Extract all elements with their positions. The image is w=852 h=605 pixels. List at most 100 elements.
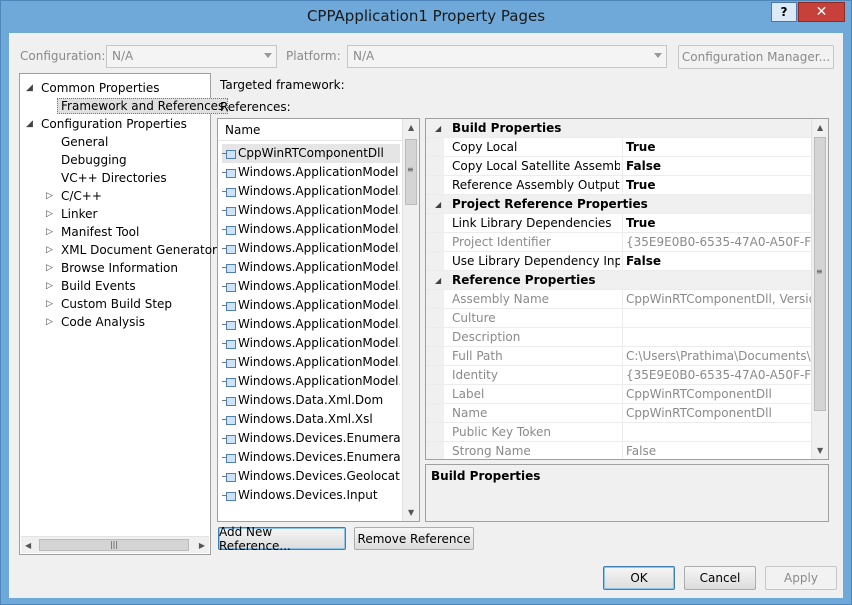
property-row[interactable]: Link Library Dependencies True bbox=[426, 214, 812, 233]
ok-button[interactable]: OK bbox=[603, 566, 675, 590]
expand-icon[interactable]: ▷ bbox=[46, 241, 56, 259]
tree-item-linker[interactable]: ▷ Linker bbox=[46, 205, 97, 223]
tree-item-label: Code Analysis bbox=[61, 315, 145, 329]
configuration-combo[interactable]: N/A bbox=[106, 45, 277, 68]
column-header-name[interactable]: Name bbox=[218, 119, 402, 141]
tree-item-c-cpp[interactable]: ▷ C/C++ bbox=[46, 187, 102, 205]
tree-item-common-properties[interactable]: ◢ Common Properties bbox=[26, 79, 160, 97]
configuration-value: N/A bbox=[112, 49, 134, 63]
expand-icon[interactable]: ▷ bbox=[46, 187, 56, 205]
reference-item[interactable]: Windows.ApplicationModel.Activation bbox=[222, 182, 400, 201]
configuration-label: Configuration: bbox=[20, 49, 106, 63]
reference-item[interactable]: Windows.ApplicationModel.DataTransfer bbox=[222, 277, 400, 296]
tree-item-vc-directories[interactable]: VC++ Directories bbox=[61, 169, 167, 187]
reference-icon bbox=[222, 377, 236, 387]
reference-item[interactable]: Windows.ApplicationModel.Store bbox=[222, 372, 400, 391]
property-row[interactable]: Strong Name False bbox=[426, 442, 812, 459]
tree-item-manifest-tool[interactable]: ▷ Manifest Tool bbox=[46, 223, 139, 241]
tree-item-framework-references[interactable]: Framework and References bbox=[57, 97, 229, 115]
property-row[interactable]: Use Library Dependency InputsFalse bbox=[426, 252, 812, 271]
window-title: CPPApplication1 Property Pages bbox=[306, 7, 546, 25]
scroll-up-icon[interactable]: ▲ bbox=[408, 123, 414, 132]
reference-item[interactable]: Windows.ApplicationModel.DataTransfer.Sh… bbox=[222, 296, 400, 315]
reference-item[interactable]: Windows.Data.Xml.Xsl bbox=[222, 410, 400, 429]
category-build-properties[interactable]: ◢ Build Properties bbox=[426, 119, 812, 138]
tree-item-configuration-properties[interactable]: ◢ Configuration Properties bbox=[26, 115, 187, 133]
property-row[interactable]: Reference Assembly Output True bbox=[426, 176, 812, 195]
help-button[interactable]: ? bbox=[771, 2, 797, 22]
reference-item[interactable]: Windows.Data.Xml.Dom bbox=[222, 391, 400, 410]
scrollbar-grip-icon: ≡ bbox=[816, 267, 823, 276]
property-row[interactable]: Identity{35E9E0B0-6535-47A0-A50F-F3FFDB0 bbox=[426, 366, 812, 385]
reference-item[interactable]: Windows.ApplicationModel bbox=[222, 163, 400, 182]
reference-item[interactable]: Windows.ApplicationModel.Contacts bbox=[222, 220, 400, 239]
property-row[interactable]: Copy Local True bbox=[426, 138, 812, 157]
expand-icon[interactable]: ▷ bbox=[46, 313, 56, 331]
category-reference-properties[interactable]: ◢ Reference Properties bbox=[426, 271, 812, 290]
expand-icon[interactable]: ▷ bbox=[46, 277, 56, 295]
scroll-down-icon[interactable]: ▼ bbox=[817, 446, 823, 455]
configuration-manager-button[interactable]: Configuration Manager... bbox=[678, 45, 834, 69]
reference-icon bbox=[222, 396, 236, 406]
reference-item[interactable]: Windows.Devices.Enumeration bbox=[222, 429, 400, 448]
tree-item-build-events[interactable]: ▷ Build Events bbox=[46, 277, 136, 295]
reference-icon bbox=[222, 263, 236, 273]
title-bar[interactable]: CPPApplication1 Property Pages ? ✕ bbox=[1, 1, 851, 33]
scroll-down-icon[interactable]: ▼ bbox=[408, 508, 414, 517]
expand-icon[interactable]: ▷ bbox=[46, 259, 56, 277]
property-grid-vertical-scrollbar[interactable]: ▲ ≡ ▼ bbox=[811, 119, 828, 459]
reference-item[interactable]: Windows.ApplicationModel.Resources bbox=[222, 315, 400, 334]
scrollbar-thumb[interactable]: ||| bbox=[39, 539, 189, 551]
tree-item-browse-information[interactable]: ▷ Browse Information bbox=[46, 259, 178, 277]
references-vertical-scrollbar[interactable]: ▲ ≡ ▼ bbox=[402, 119, 419, 521]
property-row[interactable]: Public Key Token bbox=[426, 423, 812, 442]
apply-button[interactable]: Apply bbox=[765, 566, 837, 590]
cancel-button[interactable]: Cancel bbox=[684, 566, 756, 590]
collapse-icon[interactable]: ◢ bbox=[26, 79, 36, 97]
reference-item[interactable]: Windows.ApplicationModel.Contacts.Provid… bbox=[222, 239, 400, 258]
property-row[interactable]: Culture bbox=[426, 309, 812, 328]
collapse-icon[interactable]: ◢ bbox=[435, 119, 441, 138]
collapse-icon[interactable]: ◢ bbox=[26, 115, 36, 133]
scroll-up-icon[interactable]: ▲ bbox=[817, 123, 823, 132]
tree-item-xml-document-generator[interactable]: ▷ XML Document Generator bbox=[46, 241, 217, 259]
reference-item[interactable]: Windows.ApplicationModel.Core bbox=[222, 258, 400, 277]
scrollbar-grip-icon: ≡ bbox=[407, 165, 414, 174]
scroll-right-icon[interactable]: ▶ bbox=[199, 541, 205, 550]
platform-combo[interactable]: N/A bbox=[347, 45, 667, 68]
close-button[interactable]: ✕ bbox=[798, 2, 845, 22]
tree-item-code-analysis[interactable]: ▷ Code Analysis bbox=[46, 313, 145, 331]
property-row[interactable]: Assembly Name CppWinRTComponentDll, Versi… bbox=[426, 290, 812, 309]
reference-item[interactable]: CppWinRTComponentDll bbox=[222, 144, 400, 163]
add-new-reference-button[interactable]: Add New Reference... bbox=[218, 525, 346, 553]
reference-item[interactable]: Windows.ApplicationModel.Background bbox=[222, 201, 400, 220]
reference-item[interactable]: Windows.Devices.Input bbox=[222, 486, 400, 505]
tree-item-general[interactable]: General bbox=[61, 133, 108, 151]
property-row[interactable]: Full PathC:\Users\Prathima\Documents\Vis… bbox=[426, 347, 812, 366]
property-row[interactable]: Name CppWinRTComponentDll bbox=[426, 404, 812, 423]
tree-item-label: Linker bbox=[61, 207, 98, 221]
targeted-framework-label: Targeted framework: bbox=[220, 78, 345, 92]
property-row[interactable]: Copy Local Satellite AssembliesFalse bbox=[426, 157, 812, 176]
tree-item-custom-build-step[interactable]: ▷ Custom Build Step bbox=[46, 295, 172, 313]
expand-icon[interactable]: ▷ bbox=[46, 295, 56, 313]
remove-reference-button[interactable]: Remove Reference bbox=[354, 527, 474, 550]
collapse-icon[interactable]: ◢ bbox=[435, 195, 441, 214]
tree-horizontal-scrollbar[interactable]: ◀ ||| ▶ bbox=[21, 536, 209, 553]
reference-item[interactable]: Windows.Devices.Geolocation bbox=[222, 467, 400, 486]
reference-icon bbox=[222, 472, 236, 482]
category-project-reference-properties[interactable]: ◢ Project Reference Properties bbox=[426, 195, 812, 214]
reference-item[interactable]: Windows.Devices.Enumeration.Pnp bbox=[222, 448, 400, 467]
property-row[interactable]: Project Identifier {35E9E0B0-6535-47A0-A5… bbox=[426, 233, 812, 252]
tree-item-label: Browse Information bbox=[61, 261, 178, 275]
tree-item-debugging[interactable]: Debugging bbox=[61, 151, 127, 169]
tree-item-label: Common Properties bbox=[41, 81, 160, 95]
property-row[interactable]: Label CppWinRTComponentDll bbox=[426, 385, 812, 404]
reference-item[interactable]: Windows.ApplicationModel.Search bbox=[222, 353, 400, 372]
expand-icon[interactable]: ▷ bbox=[46, 205, 56, 223]
reference-item[interactable]: Windows.ApplicationModel.Resources.Core bbox=[222, 334, 400, 353]
property-row[interactable]: Description bbox=[426, 328, 812, 347]
collapse-icon[interactable]: ◢ bbox=[435, 271, 441, 290]
scroll-left-icon[interactable]: ◀ bbox=[25, 541, 31, 550]
expand-icon[interactable]: ▷ bbox=[46, 223, 56, 241]
